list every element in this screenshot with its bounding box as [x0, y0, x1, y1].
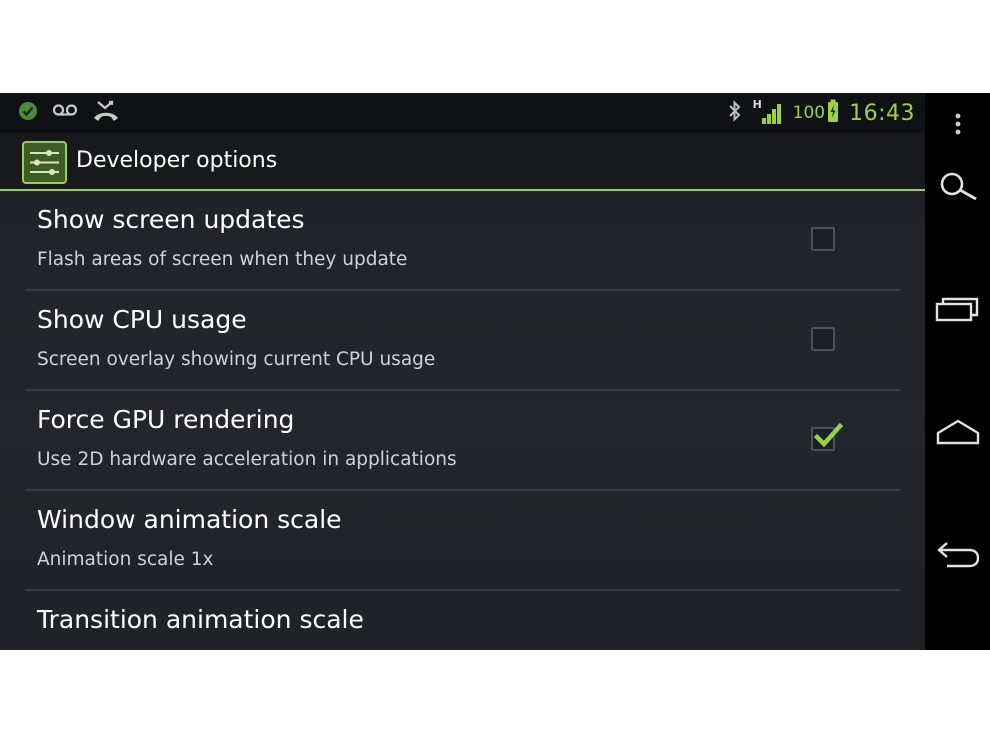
device-screen: H 100 16:43 Developer options Show scree… — [0, 93, 990, 650]
status-icons-left — [18, 99, 120, 127]
setting-title: Show screen updates — [37, 205, 305, 234]
setting-title: Window animation scale — [37, 505, 342, 534]
setting-show-cpu-usage[interactable]: Show CPU usage Screen overlay showing cu… — [0, 291, 925, 391]
recent-apps-icon[interactable] — [925, 295, 990, 323]
missed-call-icon — [92, 99, 120, 127]
setting-summary: Use 2D hardware acceleration in applicat… — [37, 449, 457, 470]
setting-show-screen-updates[interactable]: Show screen updates Flash areas of scree… — [0, 191, 925, 291]
battery-icon — [827, 99, 839, 127]
setting-force-gpu-rendering[interactable]: Force GPU rendering Use 2D hardware acce… — [0, 391, 925, 491]
show-screen-updates-checkbox[interactable] — [811, 227, 835, 251]
setting-transition-animation-scale[interactable]: Transition animation scale — [0, 591, 925, 650]
page-title: Developer options — [76, 148, 278, 173]
status-icons-right: H 100 16:43 — [727, 98, 915, 127]
system-nav-bar — [925, 93, 990, 650]
show-cpu-usage-checkbox[interactable] — [811, 327, 835, 351]
action-bar: Developer options — [0, 133, 925, 191]
force-gpu-rendering-checkbox[interactable] — [811, 422, 844, 451]
home-icon[interactable] — [925, 417, 990, 447]
settings-sliders-icon[interactable] — [22, 141, 67, 184]
setting-summary: Animation scale 1x — [37, 549, 214, 570]
setting-title: Force GPU rendering — [37, 405, 295, 434]
signal-icon: H — [753, 98, 783, 125]
setting-title: Show CPU usage — [37, 305, 247, 334]
overflow-menu-icon[interactable] — [925, 111, 990, 139]
settings-list: Show screen updates Flash areas of scree… — [0, 191, 925, 650]
back-icon[interactable] — [925, 539, 990, 571]
bluetooth-icon — [727, 99, 743, 127]
status-clock: 16:43 — [849, 100, 915, 126]
setting-summary: Screen overlay showing current CPU usage — [37, 349, 436, 370]
app-content: H 100 16:43 Developer options Show scree… — [0, 93, 925, 650]
checkmark-icon — [813, 422, 844, 448]
battery-level: 100 — [792, 103, 826, 123]
setting-title: Transition animation scale — [37, 605, 364, 634]
check-circle-icon — [18, 101, 38, 125]
search-icon[interactable] — [925, 171, 990, 203]
setting-summary: Flash areas of screen when they update — [37, 249, 408, 270]
status-bar: H 100 16:43 — [0, 93, 925, 133]
voicemail-icon — [52, 103, 78, 123]
setting-window-animation-scale[interactable]: Window animation scale Animation scale 1… — [0, 491, 925, 591]
